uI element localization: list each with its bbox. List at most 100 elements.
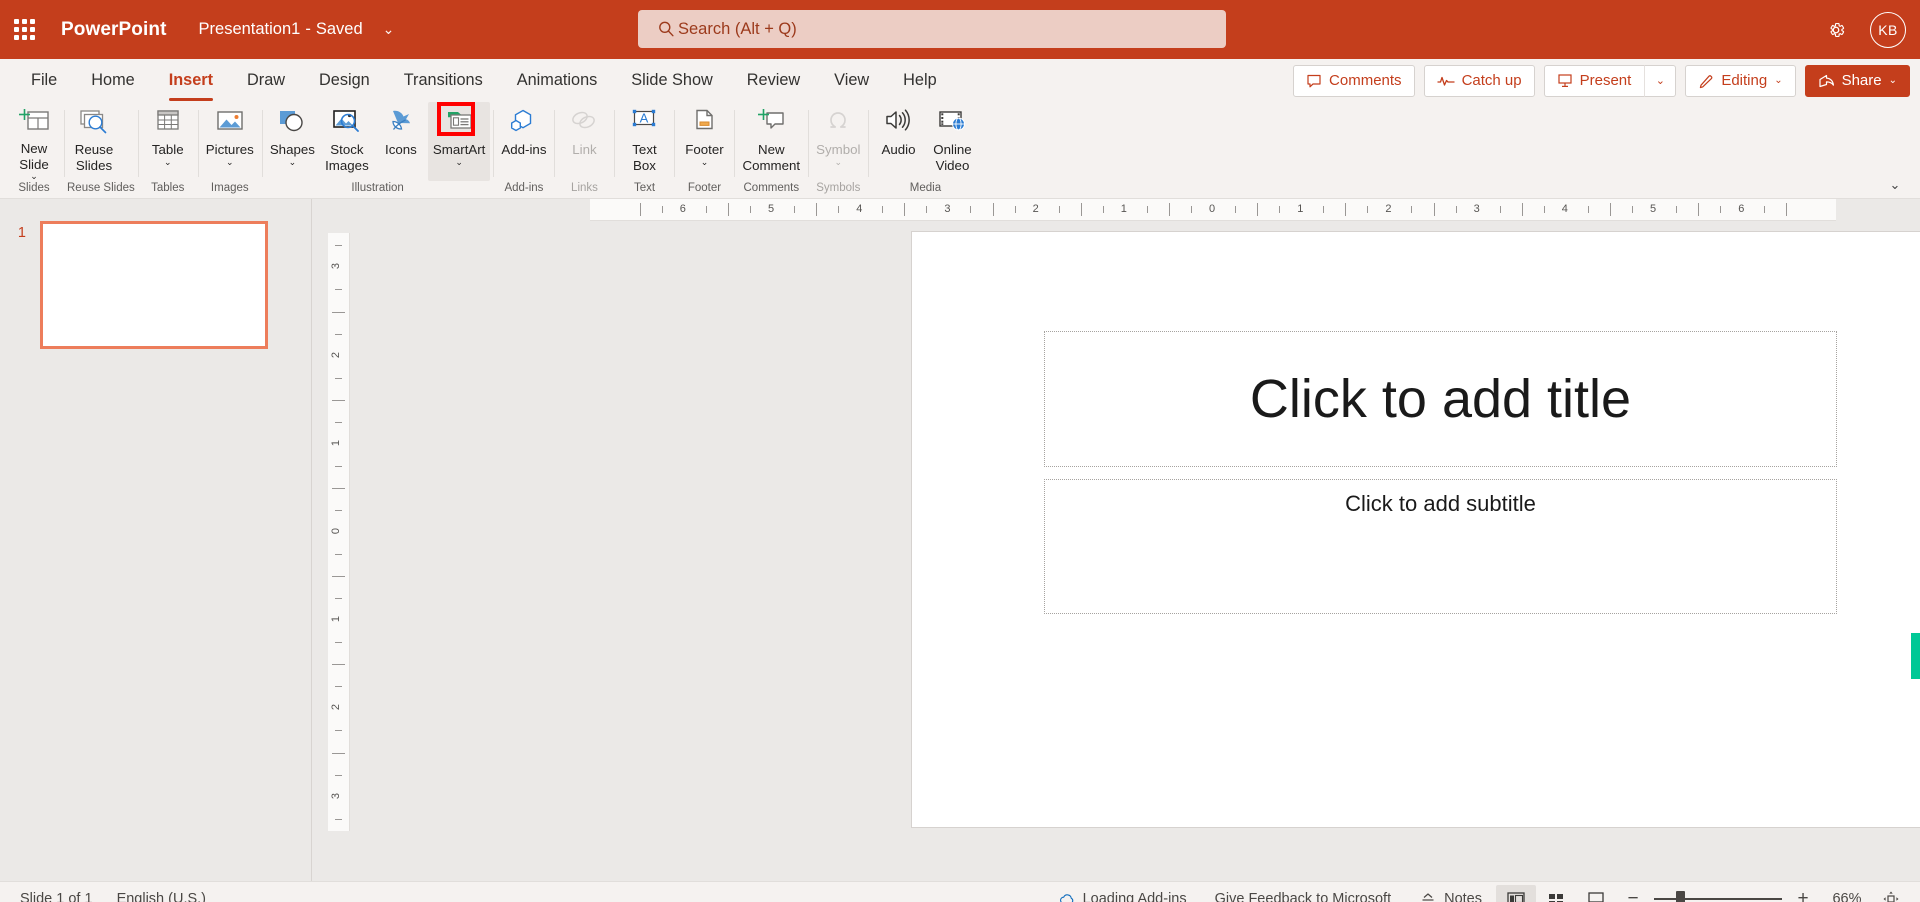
normal-view-button[interactable]: [1496, 885, 1536, 902]
ruler-tick: [639, 203, 641, 216]
slide-sorter-button[interactable]: [1536, 885, 1576, 902]
search-input[interactable]: Search (Alt + Q): [638, 10, 1226, 48]
zoom-level-label[interactable]: 66%: [1820, 891, 1874, 902]
ribbon-button-reuse-slides[interactable]: Reuse Slides: [67, 102, 121, 181]
ruler-tick: [749, 206, 751, 213]
ruler-tick: [1190, 206, 1192, 213]
ribbon-button-new-slide[interactable]: New Slide ⌄: [7, 102, 61, 181]
ribbon-button-footer[interactable]: Footer ⌄: [677, 102, 731, 181]
slide-canvas-area: Click to add title Click to add subtitle: [312, 221, 1920, 881]
ribbon-group-items: New Comment: [737, 102, 805, 181]
ribbon-button-stock-images[interactable]: Stock Images: [320, 102, 374, 181]
app-name[interactable]: PowerPoint: [61, 19, 167, 41]
subtitle-placeholder-text: Click to add subtitle: [1345, 491, 1536, 516]
ruler-label: 6: [679, 203, 686, 215]
catch-up-button[interactable]: Catch up: [1423, 64, 1535, 97]
give-feedback-link[interactable]: Give Feedback to Microsoft: [1201, 891, 1406, 902]
language-label[interactable]: English (U.S.): [117, 891, 206, 902]
ribbon-group-media: Audio Online Video Media: [868, 102, 982, 199]
ruler-tick: [727, 203, 729, 216]
ribbon-group-label: Links: [571, 182, 598, 194]
save-status: Saved: [315, 20, 363, 38]
ribbon-button-shapes[interactable]: Shapes ⌄: [265, 102, 320, 181]
ribbon-button-icons[interactable]: Icons: [374, 102, 428, 181]
cloud-addins-icon: [1059, 894, 1073, 902]
present-dropdown-chevron-icon[interactable]: ⌄: [1644, 64, 1677, 97]
zoom-slider[interactable]: [1654, 885, 1782, 902]
share-label: Share: [1841, 72, 1882, 89]
ribbon-button-chevron-down-icon[interactable]: ⌄: [289, 157, 297, 167]
tab-design[interactable]: Design: [302, 59, 387, 102]
ruler-tick: [1279, 206, 1281, 213]
task-pane-indicator[interactable]: [1911, 633, 1920, 679]
share-icon: [1818, 74, 1834, 87]
tab-transitions[interactable]: Transitions: [387, 59, 500, 102]
ribbon-button-audio[interactable]: Audio: [871, 102, 925, 181]
tab-animations[interactable]: Animations: [500, 59, 615, 102]
tab-view[interactable]: View: [817, 59, 886, 102]
present-button[interactable]: Present: [1543, 64, 1645, 97]
slide-count-label[interactable]: Slide 1 of 1: [20, 891, 93, 902]
ribbon-button-chevron-down-icon[interactable]: ⌄: [455, 157, 463, 167]
ruler-tick: [838, 206, 840, 213]
slide-thumbnail-1[interactable]: [40, 221, 268, 349]
ribbon-group-label: Footer: [687, 182, 722, 194]
ribbon-button-chevron-down-icon[interactable]: ⌄: [164, 157, 172, 167]
ribbon-button-smartart[interactable]: SmartArt ⌄: [427, 102, 491, 181]
tab-help[interactable]: Help: [886, 59, 954, 102]
slide-canvas[interactable]: Click to add title Click to add subtitle: [912, 232, 1920, 827]
ribbon-group-add-ins: Add-ins Add-ins: [493, 102, 554, 199]
thumbnail-list-item[interactable]: 1: [0, 199, 312, 349]
ribbon-collapse-chevron-icon[interactable]: ⌄: [1884, 176, 1906, 194]
gear-glyph: [1830, 22, 1845, 37]
tab-insert[interactable]: Insert: [152, 59, 230, 102]
ribbon-button-table[interactable]: Table ⌄: [141, 102, 195, 181]
document-title[interactable]: Presentation1: [199, 20, 301, 39]
notes-button[interactable]: Notes: [1405, 891, 1496, 902]
ribbon-button-chevron-down-icon[interactable]: ⌄: [30, 171, 38, 181]
reading-view-button[interactable]: [1576, 885, 1616, 902]
comments-button[interactable]: Comments: [1293, 64, 1415, 97]
main-area: 1 6 5 4 3 2 1 0 1 2 3 4 5 6 3 2 1 0 1 2 3 Click to add tit…: [0, 199, 1920, 881]
ruler-tick: [970, 206, 972, 213]
reuse-slides-icon: [77, 106, 111, 140]
ribbon-button-label: Audio: [881, 142, 916, 157]
ribbon-button-add-ins[interactable]: Add-ins: [496, 102, 551, 181]
title-placeholder[interactable]: Click to add title: [1044, 331, 1837, 467]
zoom-out-button[interactable]: −: [1616, 885, 1650, 902]
ribbon-group-label: Illustration: [351, 182, 404, 194]
ribbon-button-new-comment[interactable]: New Comment: [737, 102, 805, 181]
subtitle-placeholder[interactable]: Click to add subtitle: [1044, 479, 1837, 614]
tab-label: Slide Show: [631, 71, 713, 89]
new-slide-icon: [17, 106, 51, 139]
ribbon-button-text-box[interactable]: A Text Box: [617, 102, 671, 181]
add-ins-icon: [507, 106, 541, 140]
tab-label: Review: [746, 71, 801, 89]
ruler-tick: [661, 206, 663, 213]
title-dropdown-chevron-icon[interactable]: ⌄: [383, 21, 395, 38]
tab-review[interactable]: Review: [730, 59, 817, 102]
fit-to-window-button[interactable]: [1874, 885, 1908, 902]
tab-draw[interactable]: Draw: [230, 59, 302, 102]
zoom-slider-thumb[interactable]: [1676, 891, 1685, 902]
present-split-button: Present ⌄: [1543, 64, 1677, 97]
tab-file[interactable]: File: [14, 59, 74, 102]
avatar[interactable]: KB: [1870, 11, 1906, 48]
settings-gear-icon[interactable]: [1818, 12, 1854, 48]
editing-mode-button[interactable]: Editing ⌄: [1685, 64, 1796, 97]
zoom-in-button[interactable]: +: [1786, 885, 1820, 902]
ribbon-button-pictures[interactable]: Pictures ⌄: [201, 102, 259, 181]
ribbon-button-chevron-down-icon[interactable]: ⌄: [226, 157, 234, 167]
ribbon-group-items: Add-ins: [496, 102, 551, 181]
horizontal-ruler[interactable]: 6 5 4 3 2 1 0 1 2 3 4 5 6: [590, 199, 1836, 221]
loading-addins-status[interactable]: Loading Add-ins: [1045, 891, 1201, 902]
share-button[interactable]: Share ⌄: [1804, 64, 1910, 97]
ruler-tick: [1786, 203, 1788, 216]
tab-label: View: [834, 71, 870, 89]
ribbon-button-chevron-down-icon[interactable]: ⌄: [701, 157, 709, 167]
ribbon-button-online-video[interactable]: Online Video: [925, 102, 979, 181]
tab-home[interactable]: Home: [74, 59, 151, 102]
app-launcher-icon[interactable]: [0, 0, 48, 59]
tab-slide-show[interactable]: Slide Show: [614, 59, 729, 102]
search-icon: [659, 21, 674, 37]
